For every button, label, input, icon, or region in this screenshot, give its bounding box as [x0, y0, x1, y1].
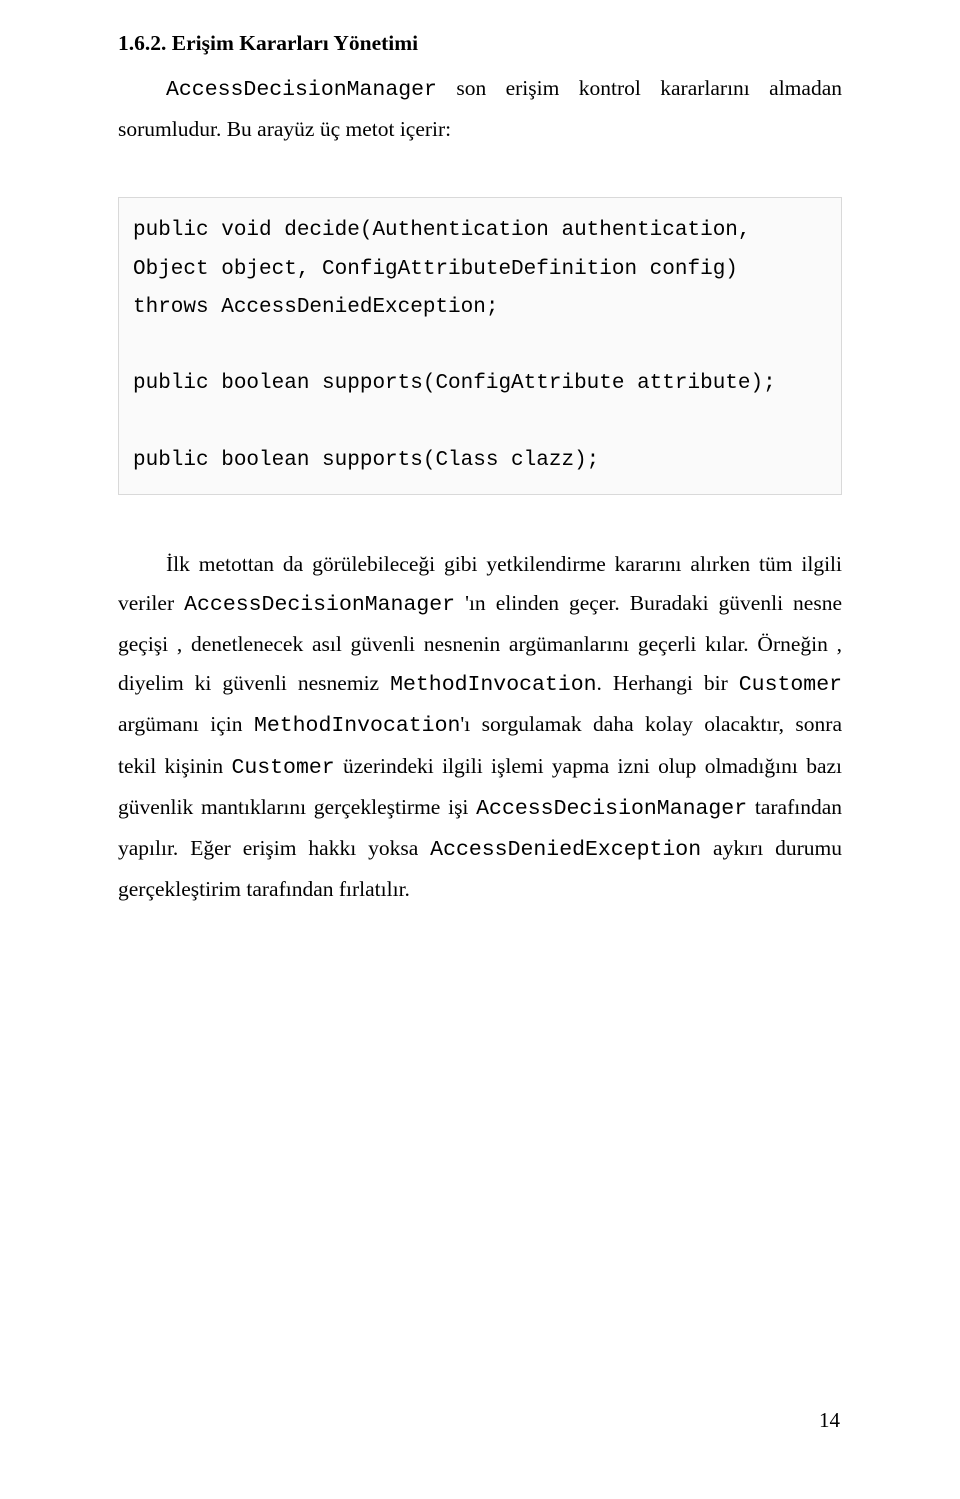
code-inline: Customer — [739, 673, 842, 697]
page-number: 14 — [819, 1401, 840, 1439]
code-inline: Customer — [231, 756, 334, 780]
code-inline: MethodInvocation — [390, 673, 596, 697]
body-paragraph: İlk metottan da görülebileceği gibi yetk… — [118, 545, 842, 909]
code-inline: AccessDecisionManager — [166, 78, 437, 102]
section-heading: 1.6.2. Erişim Kararları Yönetimi — [118, 24, 842, 63]
page: 1.6.2. Erişim Kararları Yönetimi AccessD… — [0, 0, 960, 1499]
text-run: . Herhangi bir — [597, 671, 739, 695]
code-inline: AccessDeniedException — [430, 838, 701, 862]
intro-paragraph: AccessDecisionManager son erişim kontrol… — [118, 69, 842, 149]
code-block: public void decide(Authentication authen… — [118, 197, 842, 495]
code-inline: AccessDecisionManager — [476, 797, 747, 821]
code-inline: MethodInvocation — [254, 714, 460, 738]
code-inline: AccessDecisionManager — [184, 593, 455, 617]
text-run: argümanı için — [118, 712, 254, 736]
